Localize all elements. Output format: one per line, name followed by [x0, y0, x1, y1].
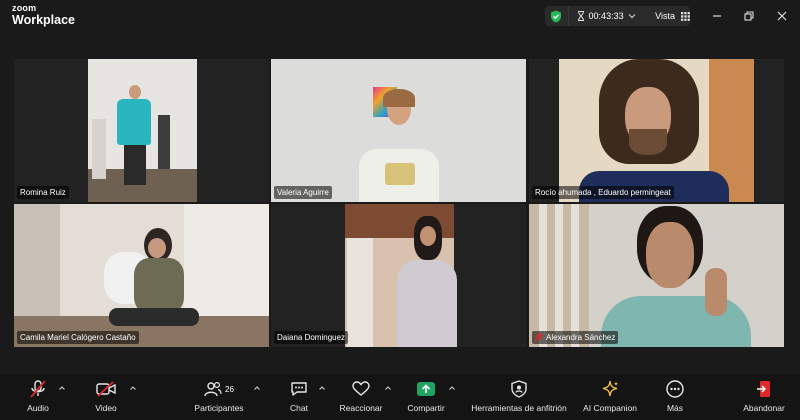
- audio-label: Audio: [27, 403, 49, 413]
- participant-name: Romina Ruiz: [17, 186, 69, 199]
- close-button[interactable]: [774, 8, 790, 24]
- participants-button[interactable]: 26 Participantes: [192, 378, 246, 413]
- chat-label: Chat: [290, 403, 308, 413]
- meeting-status-bar: 00:43:33 Vista: [545, 6, 690, 26]
- security-shield-icon[interactable]: [545, 6, 568, 26]
- chevron-down-icon: [628, 14, 636, 19]
- react-options-chevron-icon[interactable]: [384, 384, 392, 392]
- participants-options-chevron-icon[interactable]: [253, 384, 261, 392]
- chat-button[interactable]: Chat: [285, 378, 313, 413]
- video-tile[interactable]: Rocío ahumada , Eduardo permingeat: [529, 59, 784, 202]
- more-icon: [666, 380, 684, 398]
- participant-name: Valeria Aguirre: [274, 186, 332, 199]
- host-tools-button[interactable]: Herramientas de anfitrión: [466, 378, 572, 413]
- logo-zoom-text: zoom: [12, 3, 37, 13]
- more-label: Más: [666, 403, 684, 413]
- audio-button[interactable]: Audio: [23, 378, 53, 413]
- video-off-icon: [96, 381, 116, 397]
- share-screen-icon: [417, 382, 435, 396]
- react-button[interactable]: Reaccionar: [337, 378, 385, 413]
- video-tile[interactable]: Daiana Dominguez: [271, 204, 526, 347]
- more-button[interactable]: Más: [660, 378, 690, 413]
- video-tile[interactable]: Alexandra Sánchez: [529, 204, 784, 347]
- logo-workplace-text: Workplace: [12, 13, 75, 27]
- participant-name: Camila Mariel Calógero Castaño: [17, 331, 139, 344]
- meeting-toolbar: Audio Video 26 Participantes Chat Reacci…: [0, 374, 800, 420]
- mic-muted-icon: [30, 380, 46, 398]
- video-options-chevron-icon[interactable]: [129, 384, 137, 392]
- zoom-logo: zoom Workplace: [12, 4, 75, 27]
- video-tile[interactable]: Romina Ruiz: [14, 59, 269, 202]
- maximize-button[interactable]: [741, 8, 757, 24]
- chat-icon: [291, 382, 307, 396]
- video-button[interactable]: Video: [90, 378, 122, 413]
- sparkle-icon: [602, 380, 619, 397]
- minimize-icon: [713, 15, 721, 17]
- participants-label: Participantes: [194, 403, 244, 413]
- share-label: Compartir: [407, 403, 445, 413]
- participants-count: 26: [225, 384, 234, 394]
- video-label: Video: [95, 403, 117, 413]
- leave-door-icon: [757, 381, 770, 397]
- react-label: Reaccionar: [339, 403, 383, 413]
- close-icon: [777, 11, 787, 21]
- grid-icon: [681, 11, 690, 21]
- leave-label: Abandonar: [743, 403, 785, 413]
- view-button[interactable]: Vista: [645, 6, 690, 26]
- hourglass-icon: [577, 11, 584, 21]
- ai-companion-button[interactable]: AI Companion: [580, 378, 640, 413]
- audio-options-chevron-icon[interactable]: [58, 384, 66, 392]
- video-tile[interactable]: Camila Mariel Calógero Castaño: [14, 204, 269, 347]
- participant-name: Daiana Dominguez: [274, 331, 349, 344]
- host-tools-shield-icon: [511, 380, 527, 398]
- participant-name: Alexandra Sánchez: [532, 331, 619, 344]
- meeting-timer[interactable]: 00:43:33: [567, 6, 646, 26]
- host-tools-label: Herramientas de anfitrión: [471, 403, 567, 413]
- ai-companion-label: AI Companion: [583, 403, 637, 413]
- heart-icon: [352, 381, 370, 396]
- minimize-button[interactable]: [709, 8, 725, 24]
- view-label: Vista: [655, 11, 675, 21]
- mic-muted-icon: [535, 333, 543, 342]
- timer-text: 00:43:33: [588, 11, 624, 21]
- video-grid: Romina Ruiz Valeria Aguirre Rocío ahumad…: [0, 34, 800, 374]
- restore-icon: [744, 11, 754, 21]
- share-options-chevron-icon[interactable]: [448, 384, 456, 392]
- participant-name-text: Alexandra Sánchez: [546, 333, 616, 342]
- leave-button[interactable]: Abandonar: [741, 378, 787, 413]
- participant-name: Rocío ahumada , Eduardo permingeat: [532, 186, 674, 199]
- chat-options-chevron-icon[interactable]: [318, 384, 326, 392]
- video-tile[interactable]: Valeria Aguirre: [271, 59, 526, 202]
- share-button[interactable]: Compartir: [404, 378, 448, 413]
- participants-icon: [204, 381, 222, 397]
- title-bar: zoom Workplace 00:43:33 Vista: [0, 0, 800, 34]
